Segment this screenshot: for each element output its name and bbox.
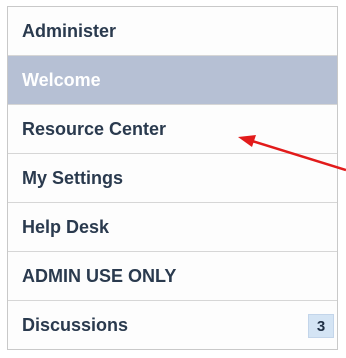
menu-item-label: Resource Center xyxy=(22,118,167,139)
count-badge: 3 xyxy=(308,314,334,338)
menu-item-help-desk[interactable]: Help Desk xyxy=(8,203,337,252)
menu-item-label: Administer xyxy=(22,20,117,41)
menu-item-administer[interactable]: Administer xyxy=(8,7,337,56)
menu-item-label: My Settings xyxy=(22,167,124,188)
menu-item-resource-center[interactable]: Resource Center xyxy=(8,105,337,154)
menu-item-discussions[interactable]: Discussions 3 xyxy=(8,301,337,350)
menu-item-label: Help Desk xyxy=(22,216,110,237)
menu-item-label: Welcome xyxy=(22,69,101,90)
menu-item-welcome[interactable]: Welcome xyxy=(8,56,337,105)
menu-item-my-settings[interactable]: My Settings xyxy=(8,154,337,203)
navigation-menu: Administer Welcome Resource Center My Se… xyxy=(7,6,338,350)
menu-item-admin-use-only[interactable]: ADMIN USE ONLY xyxy=(8,252,337,301)
menu-item-label: ADMIN USE ONLY xyxy=(22,265,177,286)
menu-item-label: Discussions xyxy=(22,315,129,335)
